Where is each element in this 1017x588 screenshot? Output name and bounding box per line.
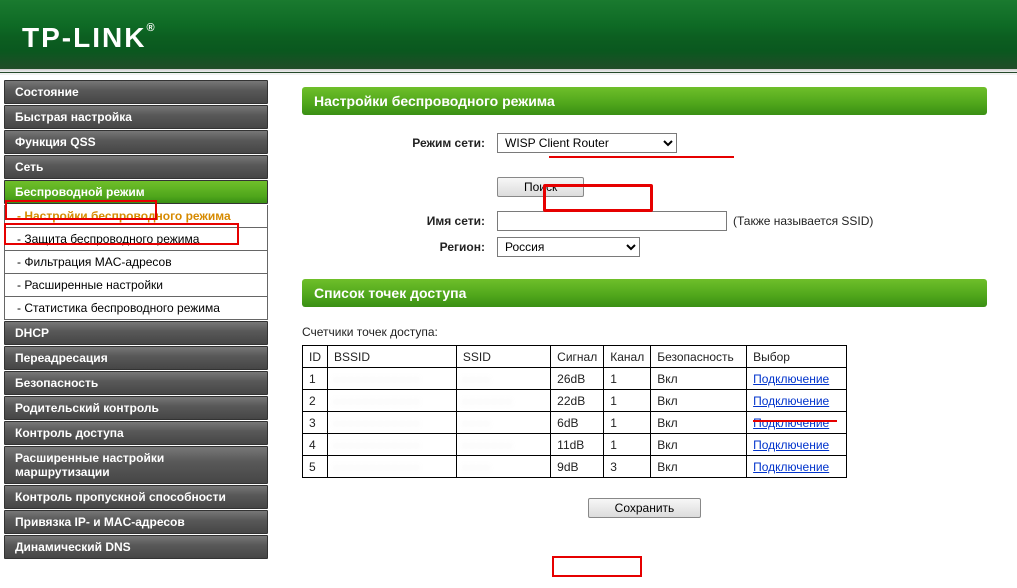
sidebar-item-8[interactable]: - Расширенные настройки bbox=[4, 274, 268, 297]
cell-bssid: · · · · · · · · · · · · bbox=[328, 368, 457, 390]
logo: TP-LINK® bbox=[22, 22, 157, 54]
ap-row: 3· · · · · · · · · · · ·· · · ·6dB1Вкл По… bbox=[303, 412, 847, 434]
cell-security: Вкл bbox=[651, 390, 747, 412]
sidebar-item-13[interactable]: Родительский контроль bbox=[4, 396, 268, 420]
save-button[interactable]: Сохранить bbox=[588, 498, 702, 518]
connect-link[interactable]: Подключение bbox=[753, 438, 829, 452]
sidebar-item-10[interactable]: DHCP bbox=[4, 321, 268, 345]
cell-choice: Подключение bbox=[747, 390, 847, 412]
cell-id: 1 bbox=[303, 368, 328, 390]
sidebar-item-6[interactable]: - Защита беспроводного режима bbox=[4, 228, 268, 251]
sidebar-item-18[interactable]: Динамический DNS bbox=[4, 535, 268, 559]
col-channel: Канал bbox=[604, 346, 651, 368]
cell-channel: 1 bbox=[604, 390, 651, 412]
sidebar-item-17[interactable]: Привязка IP- и MAC-адресов bbox=[4, 510, 268, 534]
cell-channel: 1 bbox=[604, 368, 651, 390]
cell-signal: 6dB bbox=[551, 412, 604, 434]
sidebar-item-1[interactable]: Быстрая настройка bbox=[4, 105, 268, 129]
connect-link[interactable]: Подключение bbox=[753, 394, 829, 408]
search-button[interactable]: Поиск bbox=[497, 177, 584, 197]
sidebar-item-7[interactable]: - Фильтрация MAC-адресов bbox=[4, 251, 268, 274]
ap-row: 4· · · · · · · · · · · ·· · · · · · ·11d… bbox=[303, 434, 847, 456]
col-bssid: BSSID bbox=[328, 346, 457, 368]
sidebar-item-14[interactable]: Контроль доступа bbox=[4, 421, 268, 445]
cell-ssid: · · · · bbox=[456, 412, 550, 434]
cell-signal: 9dB bbox=[551, 456, 604, 478]
sidebar-item-9[interactable]: - Статистика беспроводного режима bbox=[4, 297, 268, 320]
sidebar-item-2[interactable]: Функция QSS bbox=[4, 130, 268, 154]
cell-ssid: · · · · bbox=[456, 456, 550, 478]
content: Настройки беспроводного режима Режим сет… bbox=[272, 75, 1017, 588]
sidebar: СостояниеБыстрая настройкаФункция QSSСет… bbox=[0, 75, 272, 588]
cell-security: Вкл bbox=[651, 412, 747, 434]
cell-bssid: · · · · · · · · · · · · bbox=[328, 456, 457, 478]
col-security: Безопасность bbox=[651, 346, 747, 368]
ssid-input[interactable] bbox=[497, 211, 727, 231]
sidebar-item-5[interactable]: - Настройки беспроводного режима bbox=[4, 205, 268, 228]
ap-counters-label: Счетчики точек доступа: bbox=[302, 325, 987, 339]
cell-security: Вкл bbox=[651, 368, 747, 390]
cell-bssid: · · · · · · · · · · · · bbox=[328, 434, 457, 456]
cell-bssid: · · · · · · · · · · · · bbox=[328, 412, 457, 434]
cell-id: 4 bbox=[303, 434, 328, 456]
cell-security: Вкл bbox=[651, 456, 747, 478]
cell-choice: Подключение bbox=[747, 456, 847, 478]
sidebar-item-11[interactable]: Переадресация bbox=[4, 346, 268, 370]
cell-channel: 1 bbox=[604, 434, 651, 456]
col-signal: Сигнал bbox=[551, 346, 604, 368]
cell-ssid: · · · · bbox=[456, 368, 550, 390]
sidebar-item-4[interactable]: Беспроводной режим bbox=[4, 180, 268, 204]
section-title-aplist: Список точек доступа bbox=[302, 279, 987, 307]
sidebar-item-3[interactable]: Сеть bbox=[4, 155, 268, 179]
sidebar-item-16[interactable]: Контроль пропускной способности bbox=[4, 485, 268, 509]
mode-select[interactable]: WISP Client Router bbox=[497, 133, 677, 153]
cell-bssid: · · · · · · · · · · · · bbox=[328, 390, 457, 412]
cell-id: 3 bbox=[303, 412, 328, 434]
cell-id: 2 bbox=[303, 390, 328, 412]
ap-table: ID BSSID SSID Сигнал Канал Безопасность … bbox=[302, 345, 847, 478]
sidebar-item-0[interactable]: Состояние bbox=[4, 80, 268, 104]
ssid-hint: (Также называется SSID) bbox=[733, 214, 873, 228]
ap-row: 5· · · · · · · · · · · ·· · · ·9dB3Вкл По… bbox=[303, 456, 847, 478]
connect-link[interactable]: Подключение bbox=[753, 372, 829, 386]
header: TP-LINK® bbox=[0, 0, 1017, 75]
ssid-label: Имя сети: bbox=[302, 214, 497, 228]
col-choice: Выбор bbox=[747, 346, 847, 368]
cell-signal: 22dB bbox=[551, 390, 604, 412]
cell-ssid: · · · · · · · bbox=[456, 390, 550, 412]
region-select[interactable]: Россия bbox=[497, 237, 640, 257]
cell-channel: 1 bbox=[604, 412, 651, 434]
connect-link[interactable]: Подключение bbox=[753, 460, 829, 474]
cell-signal: 26dB bbox=[551, 368, 604, 390]
cell-signal: 11dB bbox=[551, 434, 604, 456]
sidebar-item-15[interactable]: Расширенные настройки маршрутизации bbox=[4, 446, 268, 484]
region-label: Регион: bbox=[302, 240, 497, 254]
section-title-wireless: Настройки беспроводного режима bbox=[302, 87, 987, 115]
ap-row: 2· · · · · · · · · · · ·· · · · · · ·22d… bbox=[303, 390, 847, 412]
mode-label: Режим сети: bbox=[302, 136, 497, 150]
cell-choice: Подключение bbox=[747, 368, 847, 390]
col-ssid: SSID bbox=[456, 346, 550, 368]
cell-choice: Подключение bbox=[747, 434, 847, 456]
ap-row: 1· · · · · · · · · · · ·· · · ·26dB1ВклП… bbox=[303, 368, 847, 390]
cell-ssid: · · · · · · · bbox=[456, 434, 550, 456]
connect-link[interactable]: Подключение bbox=[753, 416, 829, 430]
ap-header-row: ID BSSID SSID Сигнал Канал Безопасность … bbox=[303, 346, 847, 368]
col-id: ID bbox=[303, 346, 328, 368]
cell-choice: Подключение bbox=[747, 412, 847, 434]
sidebar-item-12[interactable]: Безопасность bbox=[4, 371, 268, 395]
cell-security: Вкл bbox=[651, 434, 747, 456]
cell-channel: 3 bbox=[604, 456, 651, 478]
cell-id: 5 bbox=[303, 456, 328, 478]
header-divider bbox=[0, 69, 1017, 72]
